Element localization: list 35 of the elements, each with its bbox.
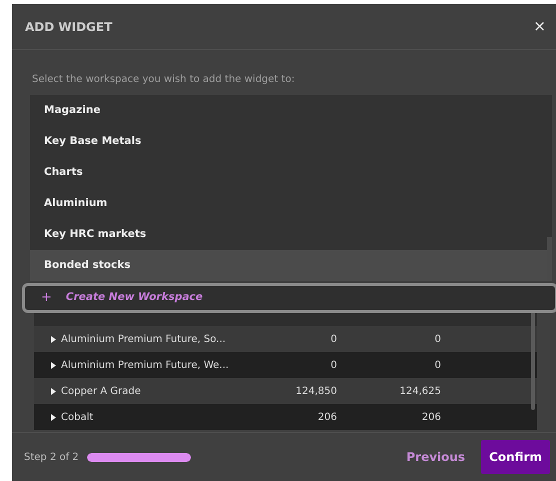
create-workspace-label: Create New Workspace <box>66 290 203 306</box>
table-row[interactable]: Aluminium Premium Future, So... 0 0 <box>34 326 537 352</box>
step-indicator: Step 2 of 2 <box>24 450 79 464</box>
table-cell-text: 0 <box>434 332 441 346</box>
table-cell-text: Aluminium Premium Future, So... <box>61 332 226 346</box>
workspace-item[interactable]: Aluminium <box>30 188 552 219</box>
instruction-text: Select the workspace you wish to add the widget to: <box>32 73 296 87</box>
expand-caret-icon[interactable] <box>51 388 56 394</box>
table-row[interactable]: Cobalt 206 206 <box>34 404 537 430</box>
workspace-item[interactable]: Charts <box>30 157 552 188</box>
table-row[interactable]: Aluminium Premium Future, We... 0 0 <box>34 352 537 378</box>
previous-button[interactable]: Previous <box>400 444 472 470</box>
table-cell-text: Aluminium Premium Future, We... <box>61 358 229 372</box>
table-cell-text: 0 <box>330 332 337 346</box>
expand-caret-icon[interactable] <box>51 362 56 368</box>
expand-caret-icon[interactable] <box>51 336 56 342</box>
create-workspace-option[interactable]: + Create New Workspace <box>22 283 556 313</box>
workspace-item[interactable]: Key Base Metals <box>30 126 552 157</box>
table-cell-text: 0 <box>434 358 441 372</box>
plus-icon: + <box>41 288 52 308</box>
scrollbar-thumb[interactable] <box>531 310 535 410</box>
table-cell-text: 124,625 <box>398 384 441 398</box>
confirm-button[interactable]: Confirm <box>481 440 550 474</box>
table-cell-text: Cobalt <box>61 410 94 424</box>
close-button[interactable]: × <box>531 19 548 34</box>
table-row[interactable]: Copper A Grade 124,850 124,625 <box>34 378 537 404</box>
workspace-item[interactable]: Magazine <box>30 95 552 126</box>
dialog-title: ADD WIDGET <box>25 18 112 36</box>
table-cell-text: 206 <box>420 410 441 424</box>
table-cell-text: 124,850 <box>294 384 337 398</box>
workspace-item[interactable]: Key HRC markets <box>30 219 552 250</box>
table-cell-text: 206 <box>316 410 337 424</box>
table-cell-text: 0 <box>330 358 337 372</box>
table-cell-text: Copper A Grade <box>61 384 141 398</box>
expand-caret-icon[interactable] <box>51 414 56 420</box>
